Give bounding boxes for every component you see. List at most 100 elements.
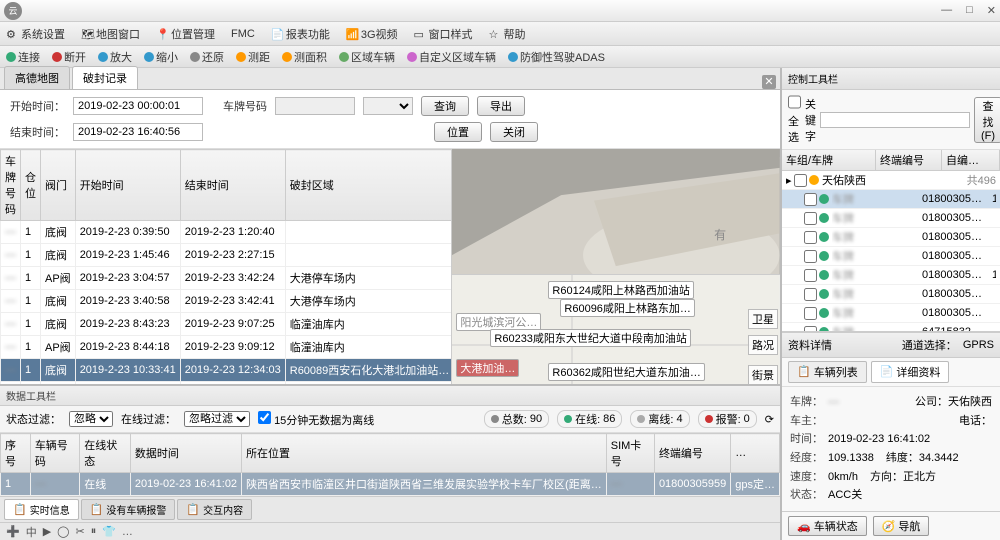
status-icon[interactable]: ◯ (57, 525, 69, 538)
online-filter-select[interactable]: 忽略过滤 (184, 411, 250, 427)
tool-icon (6, 52, 16, 62)
table-row[interactable]: —1底阀2019-2-23 3:40:582019-2-23 3:42:41大港… (1, 290, 453, 313)
map-poi-label[interactable]: R60124咸阳上林路西加油站 (548, 281, 694, 299)
realtime-table[interactable]: 序号车辆号码在线状态数据时间所在位置SIM卡号终端编号… 1— 在线2019-0… (0, 433, 780, 496)
tool-防御性驾驶ADAS[interactable]: 防御性驾驶ADAS (508, 49, 605, 65)
map-road-toggle[interactable]: 路况 (748, 335, 778, 355)
tree-item[interactable]: 车牌01800305… (782, 247, 1000, 266)
plate-select[interactable] (363, 97, 413, 115)
end-time-input[interactable] (73, 123, 203, 141)
map-poi-label[interactable]: R60233咸阳东大世纪大道中段南加油站 (490, 329, 691, 347)
menu-位置管理[interactable]: 📍位置管理 (156, 26, 215, 42)
col-header[interactable]: 序号 (1, 434, 31, 473)
maximize-button[interactable]: □ (966, 4, 973, 17)
status-icon[interactable]: 中 (26, 524, 37, 540)
query-button[interactable]: 查询 (421, 96, 469, 116)
status-icon[interactable]: ✂ (75, 525, 84, 538)
status-icon[interactable]: … (122, 526, 133, 538)
col-header[interactable]: 结束时间 (180, 150, 285, 221)
start-time-input[interactable] (73, 97, 203, 115)
export-button[interactable]: 导出 (477, 96, 525, 116)
tree-item[interactable]: 车牌01800305… (782, 285, 1000, 304)
tree-item[interactable]: 车牌01800305… (782, 304, 1000, 323)
tool-区域车辆[interactable]: 区域车辆 (339, 49, 395, 65)
menu-FMC[interactable]: FMC (231, 28, 255, 40)
menu-报表功能[interactable]: 📄报表功能 (271, 26, 330, 42)
tab-vehicle-list[interactable]: 📋车辆列表 (788, 361, 867, 383)
col-header[interactable]: 在线状态 (80, 434, 131, 473)
table-row[interactable]: —1AP阀2019-2-23 8:44:182019-2-23 9:09:12临… (1, 336, 453, 359)
seal-log-table[interactable]: 车牌号码仓位阀门开始时间结束时间破封区域—1底阀2019-2-23 0:39:5… (0, 149, 452, 384)
menu-系统设置[interactable]: ⚙系统设置 (6, 26, 65, 42)
map-satellite-toggle[interactable]: 卫星 (748, 309, 778, 329)
tree-item[interactable]: 车牌01800305…1471( (782, 266, 1000, 285)
col-header[interactable]: 终端编号 (654, 434, 730, 473)
status-icon[interactable]: ▶ (43, 525, 51, 538)
table-row[interactable]: —1底阀2019-2-23 10:33:412019-2-23 12:34:03… (1, 359, 453, 382)
col-header[interactable]: 阀门 (41, 150, 76, 221)
tree-item[interactable]: 车牌01800305…1471… (782, 190, 1000, 209)
map-poi-label[interactable]: R60362咸阳世纪大道东加油… (548, 363, 705, 381)
col-header[interactable]: 仓位 (21, 150, 41, 221)
tool-断开[interactable]: 断开 (52, 49, 86, 65)
bottom-tab[interactable]: 📋实时信息 (4, 499, 79, 520)
vehicle-status-button[interactable]: 🚗车辆状态 (788, 516, 867, 536)
col-header[interactable]: 车牌号码 (1, 150, 21, 221)
map-street-toggle[interactable]: 街景 (748, 365, 778, 384)
tool-缩小[interactable]: 缩小 (144, 49, 178, 65)
table-row[interactable]: —1底阀2019-2-23 8:43:232019-2-23 9:07:25临潼… (1, 313, 453, 336)
tool-连接[interactable]: 连接 (6, 49, 40, 65)
status-icon[interactable]: 👕 (102, 525, 116, 538)
map-poi-label[interactable]: R60096咸阳上林路东加… (560, 299, 695, 317)
position-button[interactable]: 位置 (434, 122, 482, 142)
tree-item[interactable]: 车牌01800305… (782, 228, 1000, 247)
idle-checkbox-label[interactable]: 15分钟无数据为离线 (258, 411, 374, 428)
table-row[interactable]: —1AP阀2019-2-23 3:04:572019-2-23 3:42:24大… (1, 267, 453, 290)
col-header[interactable]: 开始时间 (75, 150, 180, 221)
col-header[interactable]: 数据时间 (130, 434, 241, 473)
refresh-icon[interactable]: ⟳ (765, 413, 774, 426)
tree-item[interactable]: 车牌64715832… (782, 323, 1000, 332)
minimize-button[interactable]: — (941, 4, 952, 17)
tool-icon (98, 52, 108, 62)
menu-3G视频[interactable]: 📶3G视频 (346, 26, 398, 42)
tab-map[interactable]: 高德地图 (4, 66, 70, 89)
channel-label: 通道选择： (902, 337, 957, 353)
stat-total: 总数:90 (484, 410, 549, 428)
menu-窗口样式[interactable]: ▭窗口样式 (414, 26, 473, 42)
tab-seal-log[interactable]: 破封记录 (72, 66, 138, 89)
tree-root[interactable]: ▸ 天佑陕西 共496 (782, 171, 1000, 190)
status-icon[interactable]: ➕ (6, 525, 20, 538)
menu-帮助[interactable]: ☆帮助 (489, 26, 526, 42)
bottom-tab[interactable]: 📋交互内容 (177, 499, 252, 520)
col-header[interactable]: … (731, 434, 780, 473)
tool-icon (52, 52, 62, 62)
plate-label: 车牌号码 (223, 98, 267, 114)
table-row[interactable]: —1底阀2019-2-23 0:39:502019-2-23 1:20:40 (1, 221, 453, 244)
find-button[interactable]: 查找(F) (974, 97, 1000, 143)
tool-自定义区域车辆[interactable]: 自定义区域车辆 (407, 49, 496, 65)
navigate-button[interactable]: 🧭导航 (873, 516, 930, 536)
menu-地图窗口[interactable]: 🗺地图窗口 (81, 26, 140, 42)
col-header[interactable]: SIM卡号 (606, 434, 654, 473)
tree-item[interactable]: 车牌01800305… (782, 209, 1000, 228)
select-all-checkbox[interactable]: 全选 (788, 94, 801, 145)
col-header[interactable]: 破封区域 (285, 150, 452, 221)
mini-map[interactable]: 阳光城滨河公… 大港加油… R60124咸阳上林路西加油站R60096咸阳上林路… (452, 274, 780, 384)
keyword-input[interactable] (820, 112, 970, 128)
close-panel-button[interactable]: 关闭 (490, 122, 538, 142)
col-header[interactable]: 所在位置 (242, 434, 607, 473)
tool-测面积[interactable]: 测面积 (282, 49, 327, 65)
table-row[interactable]: —1底阀2019-2-23 1:45:462019-2-23 2:27:15 (1, 244, 453, 267)
tab-close-button[interactable]: ✕ (762, 75, 776, 89)
bottom-tab[interactable]: 📋没有车辆报警 (81, 499, 176, 520)
plate-input[interactable] (275, 97, 355, 115)
close-button[interactable]: ✕ (987, 4, 996, 17)
tool-放大[interactable]: 放大 (98, 49, 132, 65)
tool-还原[interactable]: 还原 (190, 49, 224, 65)
col-header[interactable]: 车辆号码 (30, 434, 79, 473)
tool-测距[interactable]: 测距 (236, 49, 270, 65)
status-filter-select[interactable]: 忽略 (69, 411, 113, 427)
status-icon[interactable]: ⏸ (91, 525, 97, 538)
tab-detail-info[interactable]: 📄详细资料 (871, 361, 950, 383)
